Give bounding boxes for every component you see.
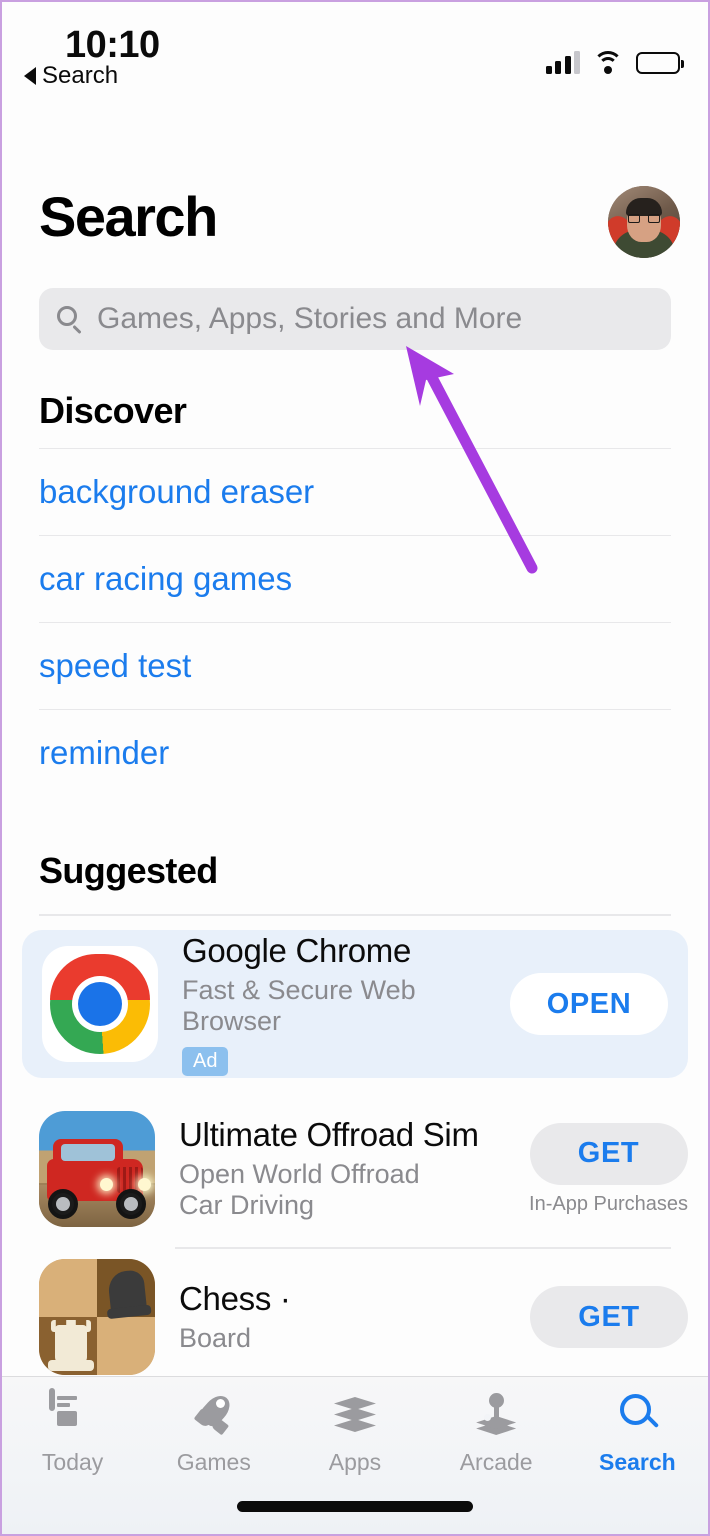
discover-item-background-eraser[interactable]: background eraser — [39, 448, 671, 535]
tab-label: Apps — [329, 1449, 381, 1476]
chess-icon — [39, 1259, 155, 1375]
app-name: Chess · — [179, 1280, 530, 1318]
tab-label: Search — [599, 1449, 676, 1476]
discover-section-title: Discover — [39, 390, 186, 432]
open-button[interactable]: OPEN — [510, 973, 668, 1035]
search-placeholder: Games, Apps, Stories and More — [97, 302, 522, 336]
app-subtitle: Open World Offroad — [179, 1159, 529, 1191]
app-name: Ultimate Offroad Sim — [179, 1116, 529, 1154]
user-profile-avatar[interactable] — [608, 186, 680, 258]
battery-icon — [636, 52, 680, 74]
today-icon — [49, 1391, 97, 1439]
suggested-divider — [39, 914, 671, 916]
page-title: Search — [39, 184, 217, 249]
wifi-icon — [593, 51, 623, 74]
suggested-section-title: Suggested — [39, 850, 218, 892]
cellular-bars-icon — [546, 50, 581, 74]
app-meta: Chess · Board — [179, 1280, 530, 1355]
tab-apps[interactable]: Apps — [284, 1391, 425, 1476]
status-bar-time: 10:10 — [65, 24, 160, 67]
tab-label: Games — [177, 1449, 251, 1476]
rocket-icon — [190, 1391, 238, 1439]
tab-arcade[interactable]: Arcade — [426, 1391, 567, 1476]
app-subtitle: Board — [179, 1323, 530, 1355]
app-subtitle: Fast & Secure Web Browser — [182, 975, 510, 1039]
search-input[interactable]: Games, Apps, Stories and More — [39, 288, 671, 350]
suggested-app-row-chess[interactable]: Chess · Board GET — [39, 1258, 688, 1376]
status-bar: 10:10 Search — [2, 2, 708, 98]
search-icon — [613, 1391, 661, 1439]
discover-list: background eraser car racing games speed… — [39, 448, 671, 796]
tab-games[interactable]: Games — [143, 1391, 284, 1476]
status-bar-indicators — [546, 44, 681, 74]
app-meta: Google Chrome Fast & Secure Web Browser … — [182, 932, 510, 1077]
app-subtitle-line2: Car Driving — [179, 1190, 529, 1222]
google-chrome-icon — [42, 946, 158, 1062]
home-indicator — [237, 1501, 473, 1512]
back-to-search-button[interactable]: Search — [24, 62, 118, 90]
joystick-icon — [472, 1391, 520, 1439]
discover-item-reminder[interactable]: reminder — [39, 709, 671, 796]
tab-label: Arcade — [460, 1449, 533, 1476]
ad-badge: Ad — [182, 1047, 228, 1076]
tab-search[interactable]: Search — [567, 1391, 708, 1476]
app-row-divider — [175, 1247, 671, 1249]
app-action-column: OPEN — [510, 973, 668, 1035]
in-app-purchases-note: In-App Purchases — [529, 1193, 688, 1216]
discover-item-car-racing-games[interactable]: car racing games — [39, 535, 671, 622]
get-button[interactable]: GET — [530, 1123, 688, 1185]
tab-today[interactable]: Today — [2, 1391, 143, 1476]
app-action-column: GET In-App Purchases — [529, 1123, 688, 1216]
back-label: Search — [42, 62, 118, 90]
discover-item-speed-test[interactable]: speed test — [39, 622, 671, 709]
iphone-app-store-screen: 10:10 Search Search Games, Ap — [0, 0, 710, 1536]
suggested-app-row-ultimate-offroad-sim[interactable]: Ultimate Offroad Sim Open World Offroad … — [39, 1094, 688, 1244]
app-name: Google Chrome — [182, 932, 510, 970]
app-action-column: GET — [530, 1286, 688, 1348]
ultimate-offroad-sim-icon — [39, 1111, 155, 1227]
suggested-app-card-google-chrome[interactable]: Google Chrome Fast & Secure Web Browser … — [22, 930, 688, 1078]
search-icon — [57, 306, 83, 332]
layers-icon — [331, 1391, 379, 1439]
back-triangle-icon — [24, 67, 36, 85]
get-button[interactable]: GET — [530, 1286, 688, 1348]
tab-label: Today — [42, 1449, 103, 1476]
app-meta: Ultimate Offroad Sim Open World Offroad … — [179, 1116, 529, 1223]
